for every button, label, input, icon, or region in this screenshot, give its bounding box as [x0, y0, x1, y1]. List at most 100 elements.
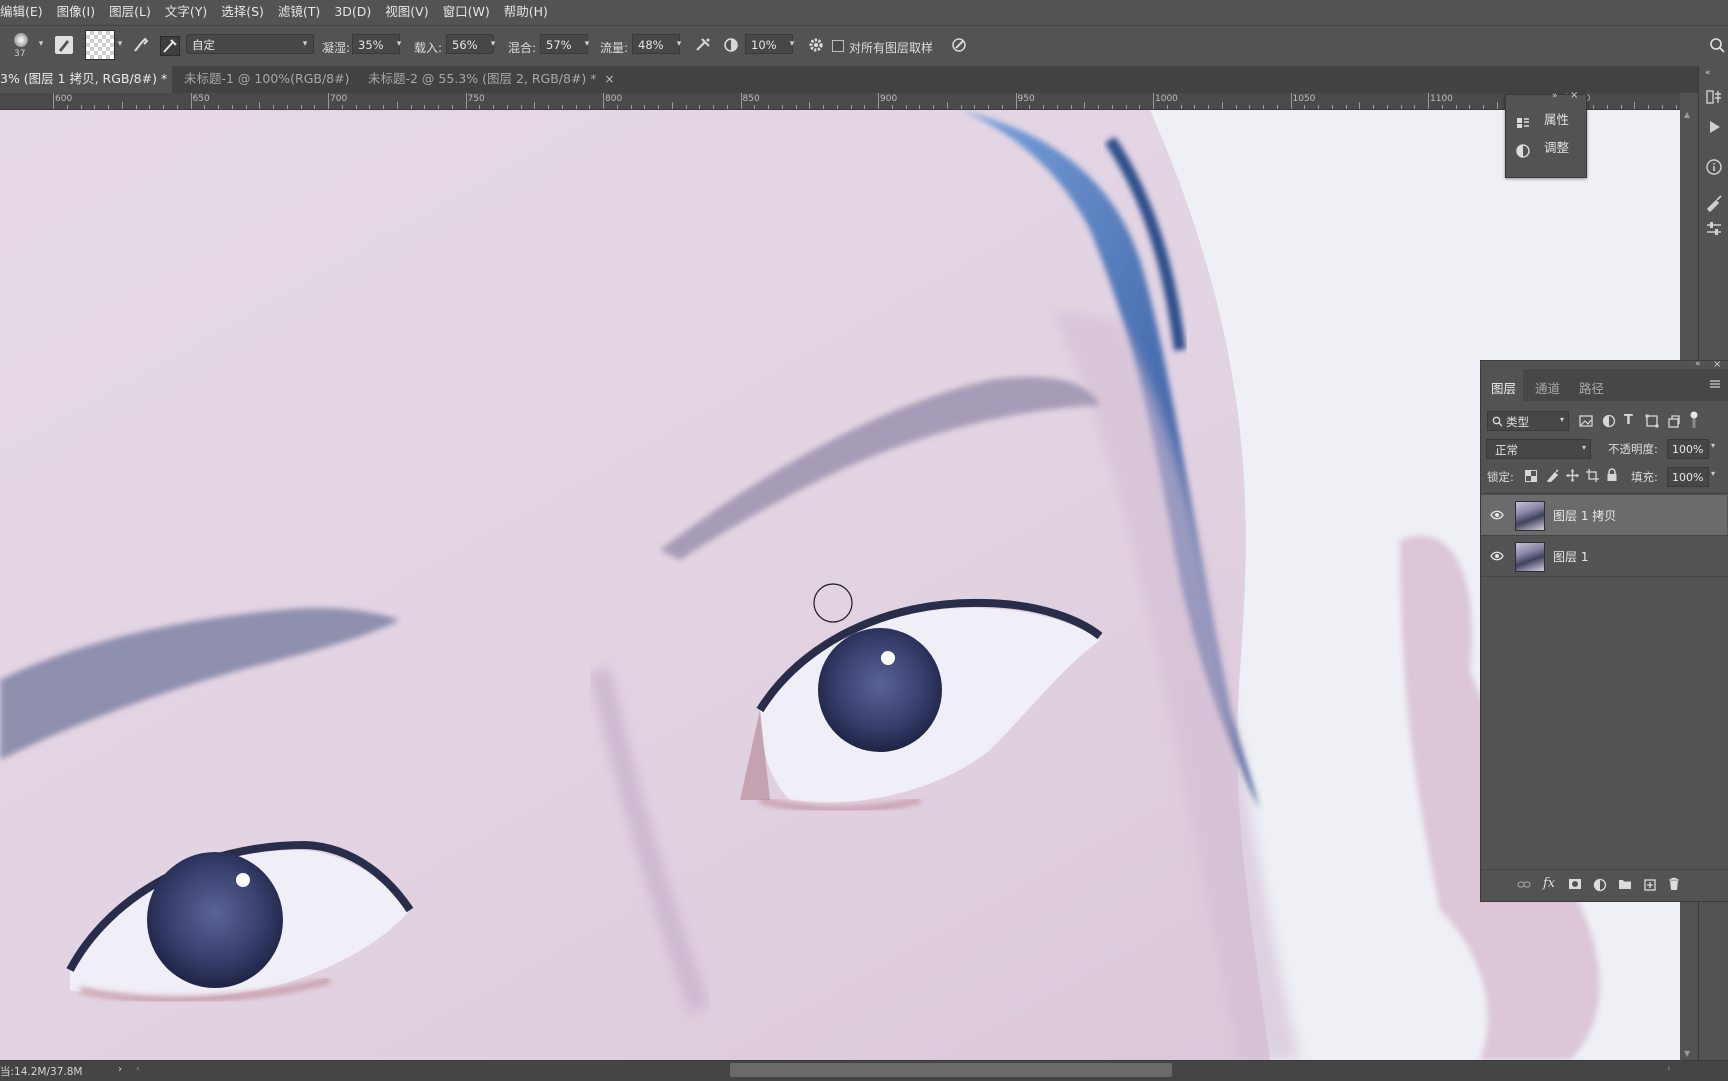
panel-collapse-icon[interactable]: « — [1695, 359, 1701, 369]
ruler-label: 950 — [1017, 94, 1035, 104]
airbrush-icon[interactable] — [694, 36, 712, 54]
ruler-minor-tick — [988, 105, 989, 109]
new-layer-icon[interactable] — [1643, 878, 1657, 892]
blend-mode-select[interactable]: 正常 ▾ — [1486, 439, 1591, 459]
tab-document-2[interactable]: 未标题-1 @ 100%(RGB/8#)× — [174, 66, 368, 93]
filter-type-icon[interactable]: T — [1624, 413, 1638, 428]
opacity-field[interactable]: 100% — [1667, 439, 1709, 459]
new-group-icon[interactable] — [1618, 878, 1632, 890]
info-icon[interactable] — [1705, 158, 1723, 176]
menu-select[interactable]: 选择(S) — [214, 0, 271, 23]
tab-layers[interactable]: 图层 — [1491, 378, 1516, 397]
expand-icon[interactable]: » — [1552, 91, 1558, 101]
tab-document-1[interactable]: 3% (图层 1 拷贝, RGB/8#) *× — [0, 66, 185, 93]
brush-picker-caret[interactable]: ▾ — [34, 34, 48, 54]
menu-3d[interactable]: 3D(D) — [327, 0, 378, 23]
lock-artboard-icon[interactable] — [1586, 469, 1599, 482]
lock-transparency-icon[interactable] — [1525, 470, 1537, 482]
lock-pixels-icon[interactable] — [1546, 469, 1559, 483]
flow-caret[interactable]: ▾ — [672, 34, 686, 54]
visibility-eye-icon[interactable] — [1490, 549, 1504, 563]
ruler-minor-tick — [273, 105, 274, 109]
collapse-panels-icon[interactable]: « — [1705, 68, 1711, 78]
clean-brush-icon[interactable] — [160, 36, 180, 56]
wet-caret[interactable]: ▾ — [392, 34, 406, 54]
menu-view[interactable]: 视图(V) — [378, 0, 435, 23]
filter-adjustment-icon[interactable] — [1602, 414, 1616, 428]
panel-menu-icon[interactable] — [1709, 378, 1721, 390]
ruler-minor-tick — [231, 105, 233, 109]
gear-icon[interactable] — [807, 36, 825, 54]
link-layers-icon[interactable] — [1517, 879, 1531, 891]
delete-layer-icon[interactable] — [1667, 877, 1681, 891]
ruler-major-tick — [190, 93, 192, 109]
menu-edit[interactable]: 编辑(E) — [0, 0, 50, 23]
filter-smart-object-icon[interactable] — [1667, 414, 1681, 428]
filter-shape-icon[interactable] — [1645, 414, 1659, 428]
layer-filter-select[interactable]: 类型 ▾ — [1487, 411, 1569, 431]
lock-all-icon[interactable] — [1606, 468, 1618, 482]
document-canvas[interactable] — [0, 110, 1680, 1060]
close-icon[interactable]: × — [1570, 90, 1578, 101]
smoothing-icon[interactable] — [722, 36, 740, 54]
properties-label: 属性 — [1544, 112, 1570, 127]
ruler-minor-tick — [424, 105, 426, 109]
mixer-preset-caret[interactable]: ▾ — [298, 34, 312, 54]
ruler-minor-tick — [589, 105, 591, 109]
ruler-minor-tick — [451, 105, 453, 109]
history-icon[interactable] — [1705, 88, 1723, 106]
pressure-icon[interactable] — [950, 36, 968, 54]
search-icon[interactable] — [1708, 36, 1726, 54]
actions-play-icon[interactable] — [1706, 118, 1724, 136]
menu-filter[interactable]: 滤镜(T) — [271, 0, 327, 23]
horizontal-scroll-thumb[interactable] — [730, 1063, 1172, 1077]
tab-paths[interactable]: 路径 — [1579, 378, 1604, 397]
sample-all-checkbox[interactable] — [832, 40, 844, 52]
adjustment-layer-icon[interactable] — [1593, 878, 1607, 892]
properties-item[interactable]: 属性 — [1506, 107, 1586, 133]
layer-name: 图层 1 — [1553, 550, 1589, 564]
menu-image[interactable]: 图像(I) — [50, 0, 102, 23]
color-swatch[interactable] — [85, 30, 115, 60]
filter-toggle-icon[interactable] — [1689, 411, 1699, 429]
ruler-minor-tick — [149, 105, 151, 109]
scroll-down-icon[interactable]: ▼ — [1684, 1049, 1690, 1058]
ruler-minor-tick — [479, 105, 481, 109]
opacity-label: 不透明度: — [1608, 442, 1658, 456]
mixer-preset-select[interactable]: 自定 — [186, 34, 314, 54]
tab-document-3[interactable]: 未标题-2 @ 55.3% (图层 2, RGB/8#) * × — [358, 66, 615, 93]
ruler-minor-tick — [1359, 102, 1361, 109]
fill-field[interactable]: 100% — [1667, 467, 1709, 487]
add-mask-icon[interactable] — [1568, 878, 1582, 890]
ruler-minor-tick — [108, 105, 109, 109]
menu-type[interactable]: 文字(Y) — [158, 0, 214, 23]
lock-position-icon[interactable] — [1566, 469, 1579, 482]
brush-settings-panel-icon[interactable] — [1705, 220, 1723, 238]
layer-row[interactable]: 图层 1 拷贝 — [1481, 495, 1727, 535]
menu-help[interactable]: 帮助(H) — [497, 0, 555, 23]
ruler-minor-tick — [1331, 105, 1333, 109]
opacity-caret[interactable]: ▾ — [1711, 441, 1715, 450]
fx-icon[interactable]: fx — [1543, 876, 1555, 891]
scroll-up-icon[interactable]: ▲ — [1684, 110, 1690, 119]
brush-panel-icon[interactable] — [1705, 194, 1723, 213]
load-brush-icon[interactable] — [132, 36, 150, 54]
smoothing-caret[interactable]: ▾ — [785, 34, 799, 54]
adjustments-item[interactable]: 调整 — [1506, 135, 1586, 161]
tab-channels[interactable]: 通道 — [1535, 378, 1560, 397]
visibility-eye-icon[interactable] — [1490, 508, 1504, 522]
mix-caret[interactable]: ▾ — [580, 34, 594, 54]
ruler-minor-tick — [1056, 105, 1058, 109]
scroll-right-icon[interactable]: › — [1667, 1064, 1671, 1074]
close-icon[interactable]: × — [605, 72, 615, 86]
brush-settings-icon[interactable] — [55, 36, 73, 54]
menu-layer[interactable]: 图层(L) — [102, 0, 158, 23]
fill-caret[interactable]: ▾ — [1711, 469, 1715, 478]
filter-pixel-icon[interactable] — [1579, 414, 1593, 428]
status-menu-icon[interactable]: › — [118, 1064, 122, 1075]
swatch-caret[interactable]: ▾ — [113, 34, 127, 54]
menu-window[interactable]: 窗口(W) — [436, 0, 497, 23]
load-caret[interactable]: ▾ — [486, 34, 500, 54]
layer-row[interactable]: 图层 1 — [1481, 536, 1727, 576]
scroll-left-icon[interactable]: ‹ — [136, 1064, 140, 1074]
